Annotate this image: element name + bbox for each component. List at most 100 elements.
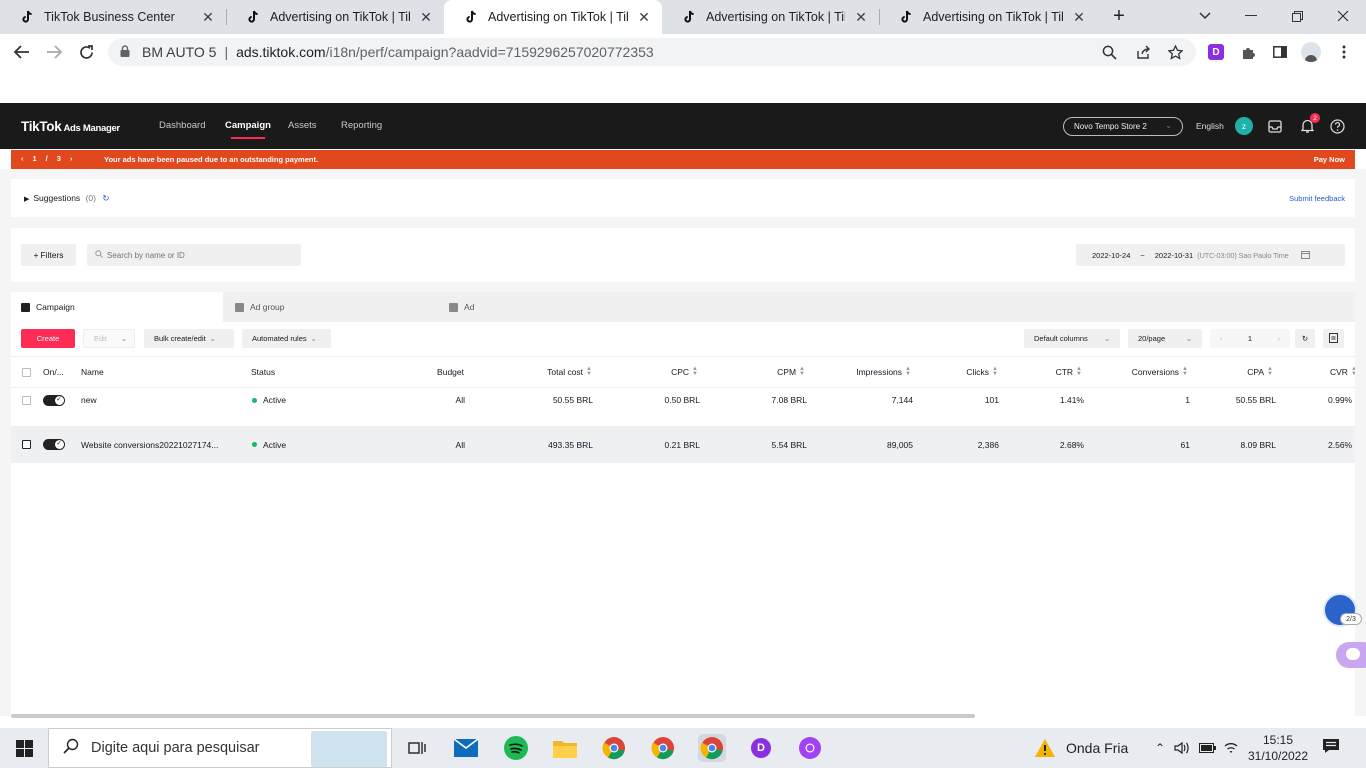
- col-status[interactable]: Status: [251, 357, 275, 387]
- search-box[interactable]: [87, 244, 301, 266]
- share-icon[interactable]: [1136, 38, 1151, 66]
- extensions-puzzle-icon[interactable]: [1238, 42, 1258, 62]
- col-ctr[interactable]: CTR ▲ ▼: [1011, 357, 1082, 387]
- prev-page-icon[interactable]: ‹: [1220, 334, 1223, 343]
- edit-button[interactable]: Edit ⌄: [83, 329, 135, 348]
- chrome-profile-2-icon[interactable]: [649, 734, 677, 762]
- nav-campaign[interactable]: Campaign: [225, 120, 271, 139]
- minimize-icon[interactable]: [1228, 0, 1274, 32]
- page-size-select[interactable]: 20/page ⌄: [1128, 329, 1202, 348]
- chromium-purple-icon[interactable]: [796, 734, 824, 762]
- windows-start-icon[interactable]: [0, 728, 48, 768]
- col-cvr[interactable]: CVR ▲ ▼: [1330, 357, 1355, 387]
- export-button[interactable]: [1323, 329, 1344, 348]
- sort-icon[interactable]: ▲ ▼: [992, 366, 998, 377]
- refresh-button[interactable]: ↻: [1295, 329, 1315, 348]
- tab-campaign[interactable]: Campaign: [11, 292, 223, 322]
- col-cpc[interactable]: CPC ▲ ▼: [601, 357, 698, 387]
- weather-widget[interactable]: Onda Fria: [1034, 728, 1128, 768]
- sort-icon[interactable]: ▲ ▼: [586, 366, 592, 377]
- side-panel-icon[interactable]: [1270, 42, 1290, 62]
- col-total-cost[interactable]: Total cost ▲ ▼: [491, 357, 592, 387]
- spotify-icon[interactable]: [502, 734, 530, 762]
- table-row[interactable]: ✓ new Active All 50.55 BRL 0.50 BRL 7.08…: [11, 388, 1355, 425]
- file-explorer-icon[interactable]: [551, 734, 579, 762]
- col-conversions[interactable]: Conversions ▲ ▼: [1091, 357, 1188, 387]
- col-name[interactable]: Name: [81, 357, 104, 387]
- col-impressions[interactable]: Impressions ▲ ▼: [811, 357, 911, 387]
- nav-assets[interactable]: Assets: [288, 120, 317, 131]
- new-tab-icon[interactable]: +: [1103, 0, 1135, 32]
- submit-feedback-link[interactable]: Submit feedback: [1289, 194, 1345, 203]
- close-window-icon[interactable]: [1320, 0, 1366, 32]
- account-selector[interactable]: Novo Tempo Store 2 ⌄: [1063, 117, 1183, 136]
- campaign-name-link[interactable]: new: [81, 388, 97, 412]
- sort-icon[interactable]: ▲ ▼: [692, 366, 698, 377]
- task-view-icon[interactable]: [403, 734, 431, 762]
- browser-tab-5[interactable]: Advertising on TikTok | TikTok ✕: [879, 0, 1097, 34]
- browser-tab-4[interactable]: Advertising on TikTok | TikTok ✕: [662, 0, 879, 34]
- address-bar[interactable]: BM AUTO 5 | ads.tiktok.com/i18n/perf/cam…: [108, 38, 1196, 66]
- col-cpa[interactable]: CPA ▲ ▼: [1201, 357, 1273, 387]
- back-icon[interactable]: [8, 38, 36, 66]
- filters-button[interactable]: + Filters: [21, 244, 76, 266]
- chrome-profile-1-icon[interactable]: [600, 734, 628, 762]
- tiktok-ads-logo[interactable]: TikTok Ads Manager: [21, 119, 120, 134]
- close-tab-icon[interactable]: ✕: [636, 9, 652, 25]
- prev-alert-icon[interactable]: ‹: [21, 154, 24, 163]
- columns-select[interactable]: Default columns ⌄: [1024, 329, 1120, 348]
- sort-icon[interactable]: ▲ ▼: [799, 366, 805, 377]
- horizontal-scrollbar[interactable]: [11, 714, 975, 718]
- browser-menu-icon[interactable]: [1334, 42, 1354, 62]
- close-tab-icon[interactable]: ✕: [1071, 9, 1087, 25]
- search-input[interactable]: [107, 250, 287, 260]
- close-tab-icon[interactable]: ✕: [418, 9, 434, 25]
- create-button[interactable]: Create: [21, 329, 75, 348]
- next-page-icon[interactable]: ›: [1277, 334, 1280, 343]
- zoom-icon[interactable]: [1102, 38, 1117, 66]
- close-tab-icon[interactable]: ✕: [200, 9, 216, 25]
- tray-chevron-up-icon[interactable]: ⌃: [1150, 738, 1170, 758]
- taskbar-search-box[interactable]: Digite aqui para pesquisar: [48, 728, 392, 768]
- forward-icon[interactable]: [40, 38, 68, 66]
- bookmark-star-icon[interactable]: [1168, 38, 1183, 66]
- profile-avatar-icon[interactable]: [1301, 42, 1321, 62]
- row-checkbox[interactable]: [22, 426, 31, 463]
- date-range-picker[interactable]: 2022-10-24 ~ 2022-10-31 (UTC-03:00) Sao …: [1076, 244, 1345, 266]
- browser-tab-3-active[interactable]: Advertising on TikTok | TikTok ✕: [444, 0, 662, 34]
- col-cpm[interactable]: CPM ▲ ▼: [711, 357, 805, 387]
- on-off-toggle[interactable]: ✓: [43, 388, 65, 412]
- nav-reporting[interactable]: Reporting: [341, 120, 382, 131]
- campaign-name-link[interactable]: Website conversions20221027174...: [81, 426, 218, 463]
- refresh-icon[interactable]: ↻: [102, 193, 109, 203]
- inbox-icon[interactable]: [1266, 117, 1284, 135]
- suggestions-toggle[interactable]: ▶ Suggestions (0) ↻: [24, 193, 109, 204]
- language-selector[interactable]: English: [1196, 121, 1224, 131]
- volume-icon[interactable]: [1172, 738, 1192, 758]
- next-alert-icon[interactable]: ›: [70, 154, 73, 163]
- sort-icon[interactable]: ▲ ▼: [1351, 366, 1355, 377]
- bulk-create-edit-button[interactable]: Bulk create/edit ⌄: [144, 329, 234, 348]
- nav-dashboard[interactable]: Dashboard: [159, 120, 205, 131]
- restore-icon[interactable]: [1274, 0, 1320, 32]
- battery-icon[interactable]: [1197, 738, 1217, 758]
- tab-ad-group[interactable]: Ad group: [225, 292, 435, 322]
- sort-icon[interactable]: ▲ ▼: [1182, 366, 1188, 377]
- col-budget[interactable]: Budget: [391, 357, 464, 387]
- chrome-profile-3-icon[interactable]: [698, 734, 726, 762]
- wifi-icon[interactable]: [1221, 738, 1241, 758]
- mail-icon[interactable]: [452, 734, 480, 762]
- col-clicks[interactable]: Clicks ▲ ▼: [911, 357, 998, 387]
- current-page[interactable]: 1: [1248, 334, 1252, 343]
- dashlane-app-icon[interactable]: D: [747, 734, 775, 762]
- help-icon[interactable]: [1328, 117, 1346, 135]
- on-off-toggle[interactable]: ✓: [43, 426, 65, 463]
- close-tab-icon[interactable]: ✕: [853, 9, 869, 25]
- browser-tab-2[interactable]: Advertising on TikTok | TikTok ✕: [226, 0, 444, 34]
- reload-icon[interactable]: [72, 38, 100, 66]
- tab-ad[interactable]: Ad: [439, 292, 649, 322]
- row-checkbox[interactable]: [22, 388, 31, 412]
- automated-rules-button[interactable]: Automated rules ⌄: [242, 329, 331, 348]
- user-avatar[interactable]: z: [1235, 117, 1253, 135]
- sort-icon[interactable]: ▲ ▼: [1076, 366, 1082, 377]
